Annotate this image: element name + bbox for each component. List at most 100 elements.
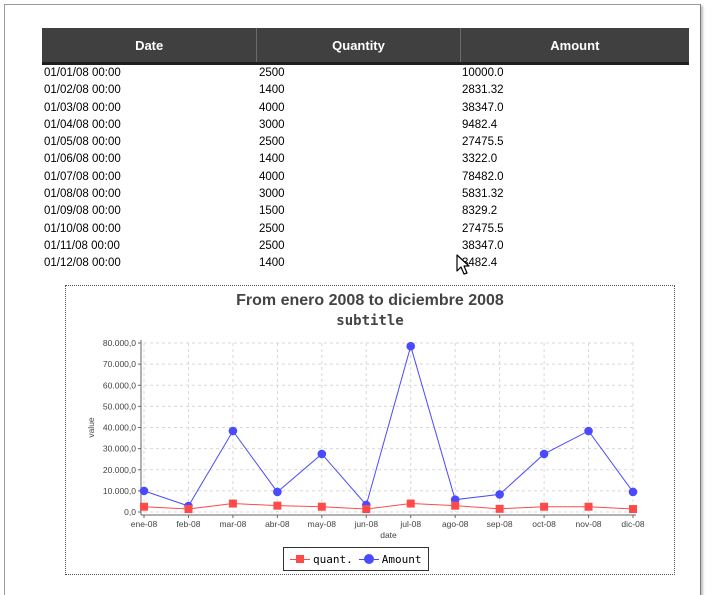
table-header: Date Quantity Amount [42,28,689,65]
data-point-quant [584,502,593,511]
y-tick-label: 40.000,0 [103,423,136,433]
cell-date: 01/06/08 00:00 [44,153,121,166]
cell-amount: 27475.5 [462,136,504,149]
column-header-date[interactable]: Date [42,28,258,62]
cell-amount: 10000.0 [462,67,504,79]
chart-panel: From enero 2008 to diciembre 2008 subtit… [65,285,675,575]
legend-label-quant: quant. [313,552,353,566]
cell-quantity: 1500 [259,205,285,218]
series-line-quant [143,503,634,510]
cell-date: 01/10/08 00:00 [44,222,121,235]
data-point-amount [406,341,416,351]
legend-item-quant: quant. [290,553,353,566]
cell-date: 01/11/08 00:00 [44,239,120,252]
x-tick-label: sep-08 [487,519,513,529]
legend-label-amount: Amount [381,552,422,566]
data-point-amount [139,486,149,496]
data-point-quant [406,499,415,508]
cell-amount: 8329.2 [462,205,498,218]
data-point-quant [629,505,637,514]
data-point-amount [228,426,238,436]
data-point-quant [273,501,282,510]
y-tick-label: 30.000,0 [103,444,136,454]
circle-marker-icon [358,554,379,564]
mouse-pointer-icon [456,254,470,275]
x-tick-label: feb-08 [176,519,200,529]
data-point-quant [184,505,193,514]
data-point-amount [495,490,504,499]
table-body: 01/01/08 00:00 2500 10000.0 01/02/08 00:00 1… [42,65,689,273]
cell-amount: 38347.0 [462,239,504,252]
cell-amount: 5831.32 [462,188,504,201]
table-row: 01/06/08 00:00 1400 3322.0 [42,151,689,168]
x-tick-label: ene-08 [131,519,158,529]
cell-quantity: 2500 [259,67,285,79]
cell-date: 01/03/08 00:00 [44,101,121,114]
y-tick-label: 50.000,0 [103,401,136,411]
column-header-quantity[interactable]: Quantity [257,28,461,62]
legend-item-amount: Amount [358,552,422,566]
table-row: 01/04/08 00:00 3000 9482.4 [42,117,689,134]
square-marker-icon [290,554,310,564]
cell-date: 01/09/08 00:00 [44,205,121,218]
cell-quantity: 2500 [259,239,285,252]
table-row: 01/10/08 00:00 2500 27475.5 [42,221,689,238]
table-row: 01/11/08 00:00 2500 38347.0 [42,238,689,255]
cell-date: 01/08/08 00:00 [44,188,121,201]
series-line-amount [143,344,634,507]
data-point-amount [317,449,327,459]
table-row: 01/09/08 00:00 1500 8329.2 [42,203,689,220]
cell-quantity: 2500 [259,222,285,235]
cell-quantity: 1400 [259,257,285,270]
x-tick-label: may-08 [308,519,337,529]
column-header-amount[interactable]: Amount [461,28,689,62]
chart-legend: quant. Amount [283,547,429,571]
table-row: 01/08/08 00:00 3000 5831.32 [42,186,689,203]
cell-quantity: 4000 [259,101,285,114]
x-axis-label: date [380,530,397,540]
data-point-amount [584,426,593,436]
cell-quantity: 4000 [259,170,285,183]
y-tick-label: 80.000,0 [103,338,136,348]
data-point-quant [317,502,326,511]
x-tick-label: oct-08 [532,519,556,529]
x-tick-label: nov-08 [576,519,602,529]
cell-amount: 2831.32 [462,84,504,97]
data-point-amount [273,487,282,497]
cell-quantity: 3000 [259,188,285,201]
data-point-quant [140,502,148,511]
cell-amount: 38347.0 [462,101,504,114]
cell-quantity: 1400 [259,153,285,166]
y-tick-label: 0,0 [124,507,136,517]
cell-date: 01/01/08 00:00 [44,67,121,79]
cell-amount: 3322.0 [462,153,498,166]
cell-date: 01/02/08 00:00 [44,84,121,97]
data-point-quant [228,499,237,508]
table-row: 01/02/08 00:00 1400 2831.32 [42,82,689,99]
cell-quantity: 2500 [259,136,285,149]
x-tick-label: abr-08 [265,519,290,529]
data-point-quant [540,502,549,511]
x-tick-label: dic-08 [621,519,644,529]
cell-amount: 9482.4 [462,118,498,131]
y-axis-label: value [86,417,96,438]
data-point-quant [495,504,504,513]
y-tick-label: 70.000,0 [103,359,136,369]
y-tick-label: 10.000,0 [103,486,136,496]
cell-date: 01/07/08 00:00 [44,170,121,183]
cell-date: 01/04/08 00:00 [44,118,121,131]
x-tick-label: jul-08 [399,519,421,529]
x-tick-label: jun-08 [353,519,378,529]
report-page: Date Quantity Amount 01/01/08 00:00 2500 1… [4,4,701,595]
table-row: 01/01/08 00:00 2500 10000.0 [42,65,689,82]
data-table: Date Quantity Amount 01/01/08 00:00 2500 1… [42,28,689,273]
x-tick-label: ago-08 [442,519,469,529]
data-point-quant [362,505,371,514]
y-tick-label: 20.000,0 [103,465,136,475]
cell-date: 01/12/08 00:00 [44,257,121,270]
table-row: 01/05/08 00:00 2500 27475.5 [42,134,689,151]
table-row: 01/12/08 00:00 1400 3482.4 [42,255,689,272]
cell-quantity: 3000 [259,118,285,131]
x-tick-label: mar-08 [219,519,246,529]
table-row: 01/03/08 00:00 4000 38347.0 [42,100,689,117]
